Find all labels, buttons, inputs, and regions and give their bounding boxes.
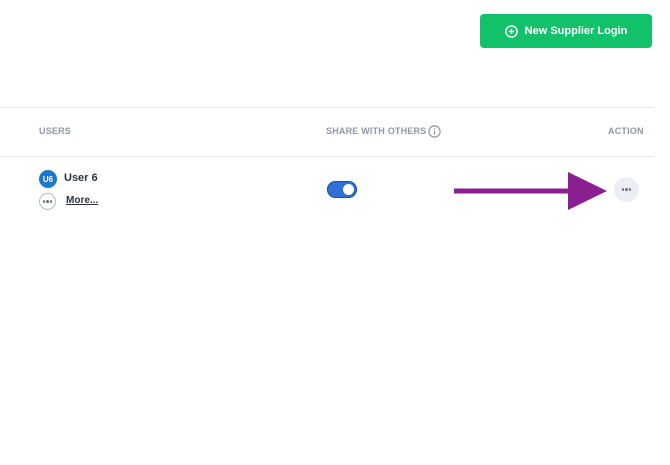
more-link[interactable]: More... (66, 195, 98, 206)
avatar: U6 (39, 170, 57, 188)
arrow-icon (454, 172, 607, 210)
new-supplier-login-button[interactable]: New Supplier Login (480, 14, 652, 48)
supplier-logins-page: New Supplier Login USERS SHARE WITH OTHE… (0, 0, 670, 465)
column-header-share: SHARE WITH OTHERS (326, 126, 427, 136)
info-icon[interactable] (428, 125, 441, 138)
share-with-others-toggle[interactable] (327, 181, 357, 198)
user-name: User 6 (64, 172, 98, 184)
table-top-divider (0, 107, 654, 108)
column-header-users: USERS (39, 126, 72, 136)
table-header-divider (0, 156, 654, 157)
new-supplier-login-label: New Supplier Login (524, 25, 628, 37)
toggle-knob (343, 184, 354, 195)
ellipsis-icon[interactable] (39, 193, 56, 210)
action-menu-button[interactable] (614, 177, 639, 202)
plus-circle-icon (504, 24, 518, 38)
column-header-action: ACTION (608, 126, 644, 136)
